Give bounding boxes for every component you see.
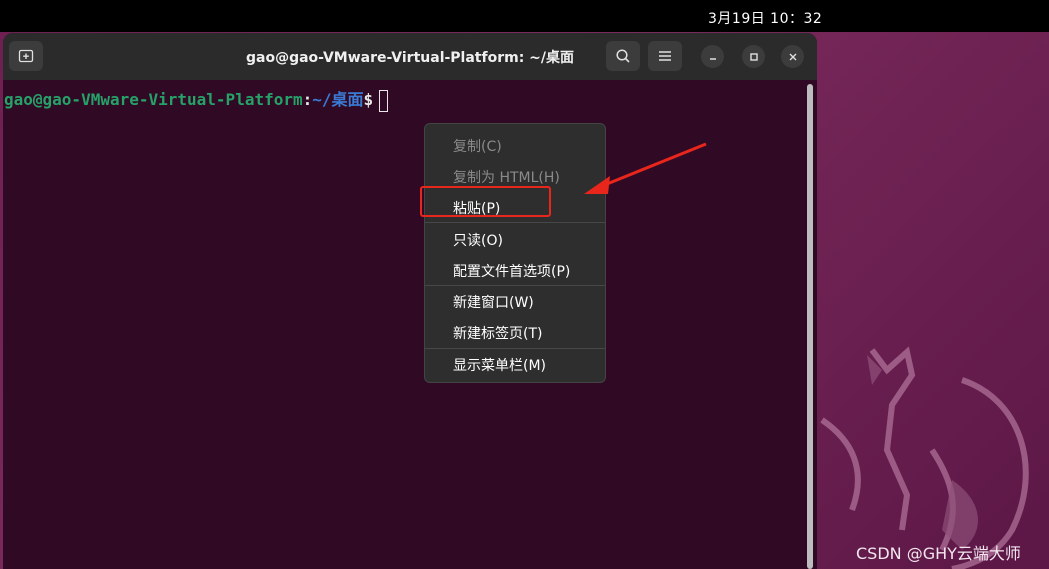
minimize-button[interactable] bbox=[701, 45, 724, 68]
menu-button[interactable] bbox=[648, 41, 682, 71]
prompt-user: gao@gao-VMware-Virtual-Platform bbox=[4, 90, 303, 109]
menu-item-new-tab[interactable]: 新建标签页(T) bbox=[453, 323, 542, 343]
close-icon bbox=[789, 53, 796, 60]
menu-item-read-only[interactable]: 只读(O) bbox=[453, 230, 503, 250]
search-button[interactable] bbox=[606, 41, 640, 71]
menu-item-profile-preferences[interactable]: 配置文件首选项(P) bbox=[453, 261, 570, 281]
top-bar: 3月19日 10：32 bbox=[0, 0, 1049, 32]
menu-item-copy: 复制(C) bbox=[453, 139, 502, 155]
maximize-icon bbox=[749, 52, 758, 61]
minimize-icon bbox=[709, 57, 716, 60]
annotation-arrow bbox=[584, 142, 707, 194]
menu-item-copy-html: 复制为 HTML(H) bbox=[453, 170, 560, 186]
hamburger-menu-icon bbox=[659, 51, 671, 61]
watermark: CSDN @GHY云端大师 bbox=[856, 544, 1021, 563]
terminal-window: gao@gao-VMware-Virtual-Platform: ~/桌面 ga… bbox=[3, 33, 817, 569]
menu-separator bbox=[425, 348, 605, 349]
menu-separator bbox=[425, 285, 605, 286]
close-button[interactable] bbox=[781, 45, 804, 68]
menu-item-show-menubar[interactable]: 显示菜单栏(M) bbox=[453, 355, 546, 375]
title-bar[interactable]: gao@gao-VMware-Virtual-Platform: ~/桌面 bbox=[3, 33, 817, 80]
prompt-colon: : bbox=[302, 90, 313, 109]
annotation-highlight-box bbox=[420, 186, 551, 217]
prompt-symbol: $ bbox=[363, 90, 374, 109]
search-icon bbox=[616, 49, 630, 63]
window-title: gao@gao-VMware-Virtual-Platform: ~/桌面 bbox=[245, 50, 575, 66]
maximize-button[interactable] bbox=[742, 45, 765, 68]
text-cursor bbox=[379, 89, 389, 112]
menu-item-new-window[interactable]: 新建窗口(W) bbox=[453, 292, 534, 312]
shell-prompt: gao@gao-VMware-Virtual-Platform:~/桌面$ bbox=[4, 86, 389, 112]
context-menu: 复制(C) 复制为 HTML(H) 粘贴(P) 只读(O) 配置文件首选项(P)… bbox=[424, 123, 606, 383]
prompt-path: ~/桌面 bbox=[312, 90, 364, 109]
scrollbar[interactable] bbox=[807, 84, 813, 569]
menu-separator bbox=[425, 222, 605, 223]
wallpaper-mascot-art bbox=[820, 346, 1029, 569]
clock[interactable]: 3月19日 10：32 bbox=[708, 8, 822, 28]
